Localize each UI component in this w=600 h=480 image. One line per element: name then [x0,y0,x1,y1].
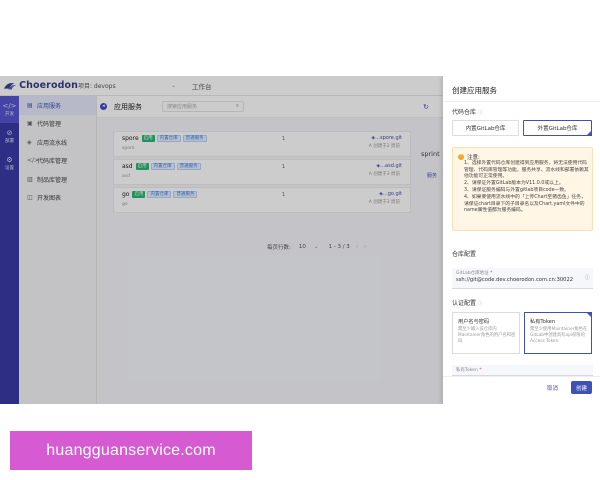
app-window: Choerodon 项目: devops ⌄ 工作台 </> 开发 ⊘ 部署 ⚙… [0,76,600,404]
external-gitlab-option[interactable]: 外置GitLab仓库 [523,120,592,136]
notice-line: 2、请保证外置GitLab版本为V11.0.0或以上。 [464,181,564,186]
watermark-banner: huangguanservice.com [10,431,252,470]
create-button[interactable]: 创建 [571,381,592,394]
modal-overlay[interactable] [0,76,443,404]
notice-header: ! 注意: [458,153,480,161]
notice-line: 1、选择外置代码仓库创建得到应用服务，将无法使用代码管理、代码库管理等功能，服务… [464,161,589,179]
gitlab-address-field[interactable]: GitLab仓库地址 * ssh://git@code.dev.choerodo… [452,268,593,289]
auth-title: 私有Token [530,319,556,325]
field-label: GitLab仓库地址 * [456,271,493,276]
notice-line: 3、请保证服务编码与外置gitlab项目code一致。 [464,188,569,193]
selected-check-icon [586,130,592,136]
auth-label: 认证配置 [452,300,477,307]
warning-icon: ! [458,154,464,160]
auth-title: 用户名与密码 [458,319,490,325]
notice-body: 1、选择外置代码仓库创建得到应用服务，将无法使用代码管理、代码库管理等功能，服务… [464,161,590,215]
auth-desc: 需至少使用Maintainer角色在GitLab中创建具有api权限的Acces… [530,327,588,344]
notice-line: 4、如果要使用流水线中的「上传Chart至猪齿鱼」任务，请保证chart目录下的… [464,195,586,213]
help-icon[interactable]: ⓘ [585,274,590,281]
private-token-field[interactable]: 私有Token * [452,365,593,376]
divider [443,376,600,377]
auth-section-label: 认证配置 ⓘ [452,298,483,307]
divider [443,101,600,102]
repo-section-label: 代码仓库 ⓘ [452,107,483,116]
repo-config-label: 仓库配置 [452,251,477,258]
selected-check-icon [586,312,592,318]
option-label: 内置GitLab仓库 [465,126,506,132]
option-label: 外置GitLab仓库 [537,126,578,132]
cancel-button[interactable]: 取消 [547,382,558,394]
auth-username-password-option[interactable]: 用户名与密码 需至少输入该仓库内Maintainer角色的用户名和密码 [452,312,520,354]
builtin-gitlab-option[interactable]: 内置GitLab仓库 [452,120,519,136]
notice-title: 注意: [467,155,480,161]
field-label: 私有Token * [456,368,482,373]
watermark-text: huangguanservice.com [46,441,216,459]
auth-private-token-option[interactable]: 私有Token 需至少使用Maintainer角色在GitLab中创建具有api… [524,312,592,354]
help-icon[interactable]: ⓘ [478,110,483,116]
repo-label: 代码仓库 [452,109,477,116]
drawer-title: 创建应用服务 [452,86,497,95]
auth-desc: 需至少输入该仓库内Maintainer角色的用户名和密码 [458,327,516,344]
help-icon[interactable]: ⓘ [478,301,483,307]
notice-box: ! 注意: 1、选择外置代码仓库创建得到应用服务，将无法使用代码管理、代码库管理… [452,147,593,231]
create-service-drawer: 创建应用服务 代码仓库 ⓘ 内置GitLab仓库 外置GitLab仓库 ! 注意… [443,76,600,404]
field-value: ssh://git@code.dev.choerodon.com.cn:3002… [456,277,574,283]
